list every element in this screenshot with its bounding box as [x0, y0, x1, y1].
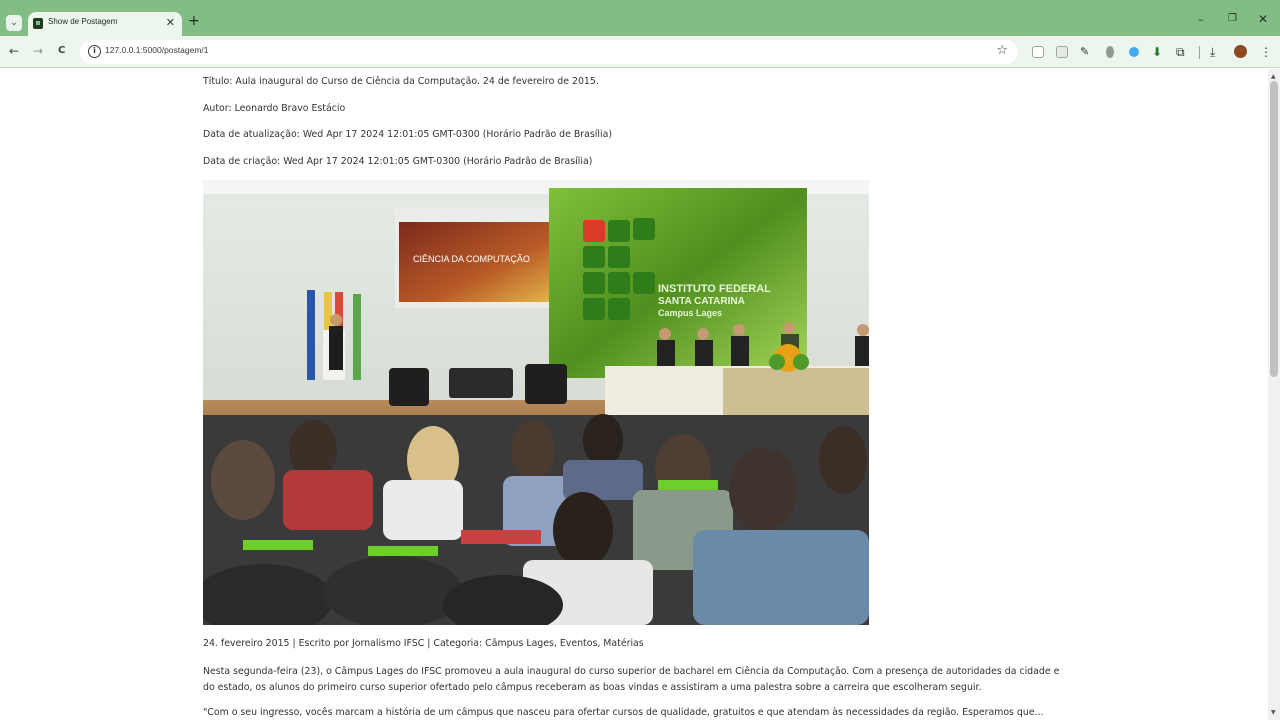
extension-icon[interactable]: [1056, 46, 1068, 58]
address-bar[interactable]: i 127.0.0.1:5000/postagem/1 ☆: [80, 40, 1018, 64]
page-scrollbar[interactable]: ▲ ▼: [1268, 69, 1280, 720]
post-author: Autor: Leonardo Bravo Estácio: [203, 103, 346, 114]
post-title: Título: Aula inaugural do Curso de Ciênc…: [203, 76, 599, 87]
scroll-thumb[interactable]: [1270, 81, 1278, 377]
banner-line2: SANTA CATARINA: [658, 296, 745, 307]
toolbar-divider: [1199, 46, 1200, 59]
post-paragraph: Nesta segunda-feira (23), o Câmpus Lages…: [203, 666, 1060, 693]
post-created-date: Data de criação: Wed Apr 17 2024 12:01:0…: [203, 156, 593, 167]
bookmark-star-icon[interactable]: ☆: [996, 43, 1008, 58]
tab-close-icon[interactable]: ✕: [166, 16, 175, 30]
browser-tab[interactable]: Show de Postagem ✕: [28, 12, 182, 36]
extension-icon[interactable]: [1032, 46, 1044, 58]
extension-icon[interactable]: [1106, 46, 1114, 58]
maximize-button[interactable]: ❐: [1228, 13, 1237, 24]
url-text[interactable]: 127.0.0.1:5000/postagem/1: [105, 45, 209, 55]
post-paragraph: "Com o seu ingresso, vocês marcam a hist…: [203, 707, 1044, 718]
banner-line1: INSTITUTO FEDERAL: [658, 283, 771, 295]
scroll-down-icon[interactable]: ▼: [1271, 709, 1276, 716]
tab-search-icon[interactable]: ⌄: [6, 15, 22, 31]
forward-button[interactable]: →: [33, 44, 43, 58]
post-updated-date: Data de atualização: Wed Apr 17 2024 12:…: [203, 129, 612, 140]
minimize-button[interactable]: –: [1198, 13, 1204, 26]
extensions-puzzle-icon[interactable]: ⧉: [1176, 46, 1188, 58]
download-arrow-icon[interactable]: ⬇: [1152, 46, 1164, 58]
post-image: CIÊNCIA DA COMPUTAÇÃO INSTITUTO FEDERAL …: [203, 180, 869, 625]
favicon-icon: [33, 18, 43, 29]
browser-toolbar: ← → C i 127.0.0.1:5000/postagem/1 ☆ ✎ ⬇ …: [0, 36, 1280, 68]
close-window-button[interactable]: ✕: [1258, 12, 1268, 26]
menu-kebab-icon[interactable]: ⋮: [1260, 46, 1272, 58]
scroll-up-icon[interactable]: ▲: [1271, 73, 1276, 80]
back-button[interactable]: ←: [9, 44, 19, 58]
reload-button[interactable]: C: [58, 44, 65, 58]
tab-title: Show de Postagem: [48, 17, 118, 26]
projection-title: CIÊNCIA DA COMPUTAÇÃO: [413, 254, 530, 264]
banner-line3: Campus Lages: [658, 308, 722, 318]
new-tab-button[interactable]: +: [188, 13, 200, 29]
profile-avatar-icon[interactable]: [1234, 45, 1247, 58]
tab-strip: ⌄ Show de Postagem ✕ + – ❐ ✕: [0, 0, 1280, 36]
info-icon[interactable]: i: [88, 45, 101, 58]
downloads-icon[interactable]: ⤓: [1210, 46, 1222, 58]
page-content: Título: Aula inaugural do Curso de Ciênc…: [0, 69, 1268, 720]
pen-icon[interactable]: ✎: [1080, 46, 1092, 58]
post-caption: 24. fevereiro 2015 | Escrito por Jornali…: [203, 638, 644, 649]
extension-icon[interactable]: [1129, 47, 1139, 57]
